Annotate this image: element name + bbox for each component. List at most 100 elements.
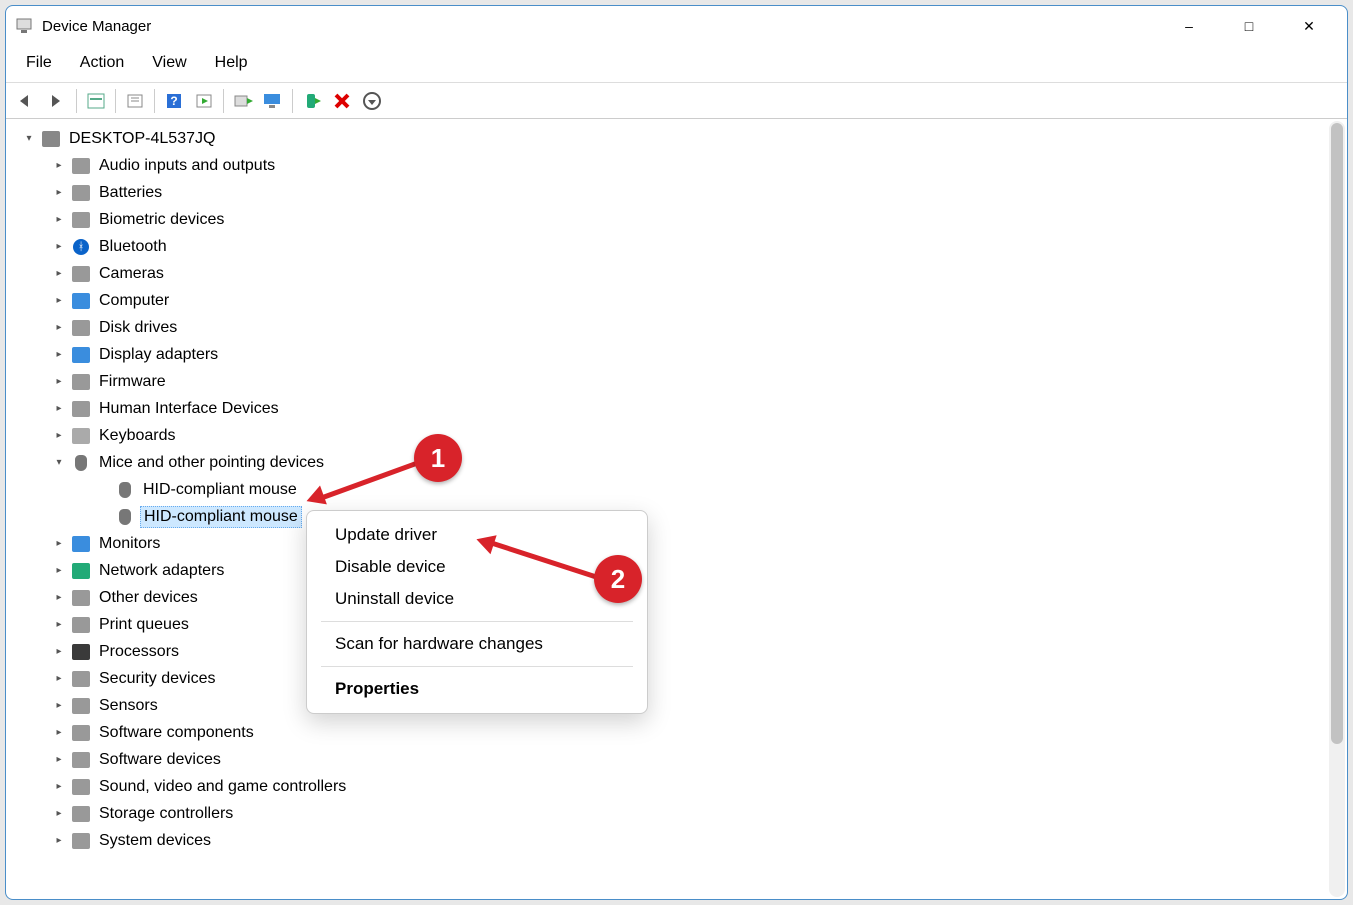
sound-icon [70, 777, 92, 797]
menu-view[interactable]: View [140, 50, 198, 76]
chevron-right-icon[interactable]: ▸ [50, 319, 68, 337]
scrollbar-thumb[interactable] [1331, 123, 1343, 744]
chevron-down-icon[interactable]: ▾ [50, 454, 68, 472]
chevron-right-icon[interactable]: ▸ [50, 751, 68, 769]
category-mouse[interactable]: ▾ Mice and other pointing devices [16, 449, 1343, 476]
computer-icon [40, 129, 62, 149]
device-item[interactable]: ▸ HID-compliant mouse [16, 503, 1343, 530]
device-tree[interactable]: ▾ DESKTOP-4L537JQ ▸ Audio inputs and out… [6, 119, 1347, 899]
category-keyboard[interactable]: ▸ Keyboards [16, 422, 1343, 449]
chevron-right-icon[interactable]: ▸ [50, 535, 68, 553]
chevron-right-icon[interactable]: ▸ [50, 427, 68, 445]
chevron-right-icon[interactable]: ▸ [50, 670, 68, 688]
context-menu-scan-for-hardware-changes[interactable]: Scan for hardware changes [307, 628, 647, 660]
category-swcomp[interactable]: ▸ Software components [16, 719, 1343, 746]
uninstall-button[interactable] [327, 87, 357, 115]
app-icon [14, 16, 34, 36]
chevron-right-icon[interactable]: ▸ [50, 643, 68, 661]
window-controls: – □ ✕ [1159, 7, 1339, 45]
menu-action[interactable]: Action [68, 50, 136, 76]
category-sensor[interactable]: ▸ Sensors [16, 692, 1343, 719]
chevron-right-icon[interactable]: ▸ [50, 589, 68, 607]
category-label: Software components [96, 723, 257, 743]
vertical-scrollbar[interactable] [1329, 121, 1345, 897]
chevron-right-icon[interactable]: ▸ [50, 292, 68, 310]
chevron-right-icon[interactable]: ▸ [50, 157, 68, 175]
disk-icon [70, 318, 92, 338]
context-menu-separator [321, 666, 633, 667]
category-label: Firmware [96, 372, 169, 392]
chevron-right-icon[interactable]: ▸ [50, 346, 68, 364]
category-battery[interactable]: ▸ Batteries [16, 179, 1343, 206]
category-label: Human Interface Devices [96, 399, 282, 419]
minimize-button[interactable]: – [1159, 7, 1219, 45]
mouse-icon [70, 453, 92, 473]
scan-button[interactable] [189, 87, 219, 115]
audio-icon [70, 156, 92, 176]
category-other[interactable]: ▸ Other devices [16, 584, 1343, 611]
tree-root[interactable]: ▾ DESKTOP-4L537JQ [16, 125, 1343, 152]
help-button[interactable]: ? [159, 87, 189, 115]
annotation-badge-1: 1 [414, 434, 462, 482]
chevron-right-icon[interactable]: ▸ [50, 238, 68, 256]
category-display[interactable]: ▸ Display adapters [16, 341, 1343, 368]
chevron-right-icon[interactable]: ▸ [50, 184, 68, 202]
category-cpu[interactable]: ▸ Processors [16, 638, 1343, 665]
category-hid[interactable]: ▸ Human Interface Devices [16, 395, 1343, 422]
chevron-right-icon[interactable]: ▸ [50, 778, 68, 796]
menu-file[interactable]: File [14, 50, 64, 76]
device-manager-window: Device Manager – □ ✕ File Action View He… [5, 5, 1348, 900]
category-network[interactable]: ▸ Network adapters [16, 557, 1343, 584]
cpu-icon [70, 642, 92, 662]
category-printer[interactable]: ▸ Print queues [16, 611, 1343, 638]
maximize-button[interactable]: □ [1219, 7, 1279, 45]
menubar: File Action View Help [6, 46, 1347, 83]
category-biometric[interactable]: ▸ Biometric devices [16, 206, 1343, 233]
chevron-right-icon[interactable]: ▸ [50, 265, 68, 283]
context-menu-properties[interactable]: Properties [307, 673, 647, 705]
category-sound[interactable]: ▸ Sound, video and game controllers [16, 773, 1343, 800]
forward-button[interactable] [42, 87, 72, 115]
category-computer[interactable]: ▸ Computer [16, 287, 1343, 314]
category-label: Biometric devices [96, 210, 227, 230]
back-button[interactable] [12, 87, 42, 115]
category-storage[interactable]: ▸ Storage controllers [16, 800, 1343, 827]
chevron-right-icon[interactable]: ▸ [50, 211, 68, 229]
close-button[interactable]: ✕ [1279, 7, 1339, 45]
chevron-right-icon[interactable]: ▸ [50, 724, 68, 742]
show-hidden-button[interactable] [81, 87, 111, 115]
biometric-icon [70, 210, 92, 230]
bluetooth-icon: ᚼ [70, 237, 92, 257]
category-monitor[interactable]: ▸ Monitors [16, 530, 1343, 557]
chevron-down-icon[interactable]: ▾ [20, 130, 38, 148]
category-label: Print queues [96, 615, 192, 635]
category-label: Software devices [96, 750, 224, 770]
category-firmware[interactable]: ▸ Firmware [16, 368, 1343, 395]
device-item[interactable]: ▸ HID-compliant mouse [16, 476, 1343, 503]
chevron-right-icon[interactable]: ▸ [50, 832, 68, 850]
chevron-right-icon[interactable]: ▸ [50, 805, 68, 823]
category-bluetooth[interactable]: ▸ ᚼ Bluetooth [16, 233, 1343, 260]
category-disk[interactable]: ▸ Disk drives [16, 314, 1343, 341]
toolbar: ? [6, 83, 1347, 119]
annotation-badge-2: 2 [594, 555, 642, 603]
chevron-right-icon[interactable]: ▸ [50, 400, 68, 418]
chevron-right-icon[interactable]: ▸ [50, 373, 68, 391]
chevron-right-icon[interactable]: ▸ [50, 562, 68, 580]
sensor-icon [70, 696, 92, 716]
category-system[interactable]: ▸ System devices [16, 827, 1343, 854]
category-audio[interactable]: ▸ Audio inputs and outputs [16, 152, 1343, 179]
swdev-icon [70, 750, 92, 770]
category-label: Security devices [96, 669, 219, 689]
properties-button[interactable] [120, 87, 150, 115]
category-camera[interactable]: ▸ Cameras [16, 260, 1343, 287]
scan-hardware-button[interactable] [357, 87, 387, 115]
enable-button[interactable] [297, 87, 327, 115]
chevron-right-icon[interactable]: ▸ [50, 697, 68, 715]
update-driver-button[interactable] [228, 87, 258, 115]
chevron-right-icon[interactable]: ▸ [50, 616, 68, 634]
monitor-tool-button[interactable] [258, 87, 288, 115]
menu-help[interactable]: Help [203, 50, 260, 76]
category-security[interactable]: ▸ Security devices [16, 665, 1343, 692]
category-swdev[interactable]: ▸ Software devices [16, 746, 1343, 773]
